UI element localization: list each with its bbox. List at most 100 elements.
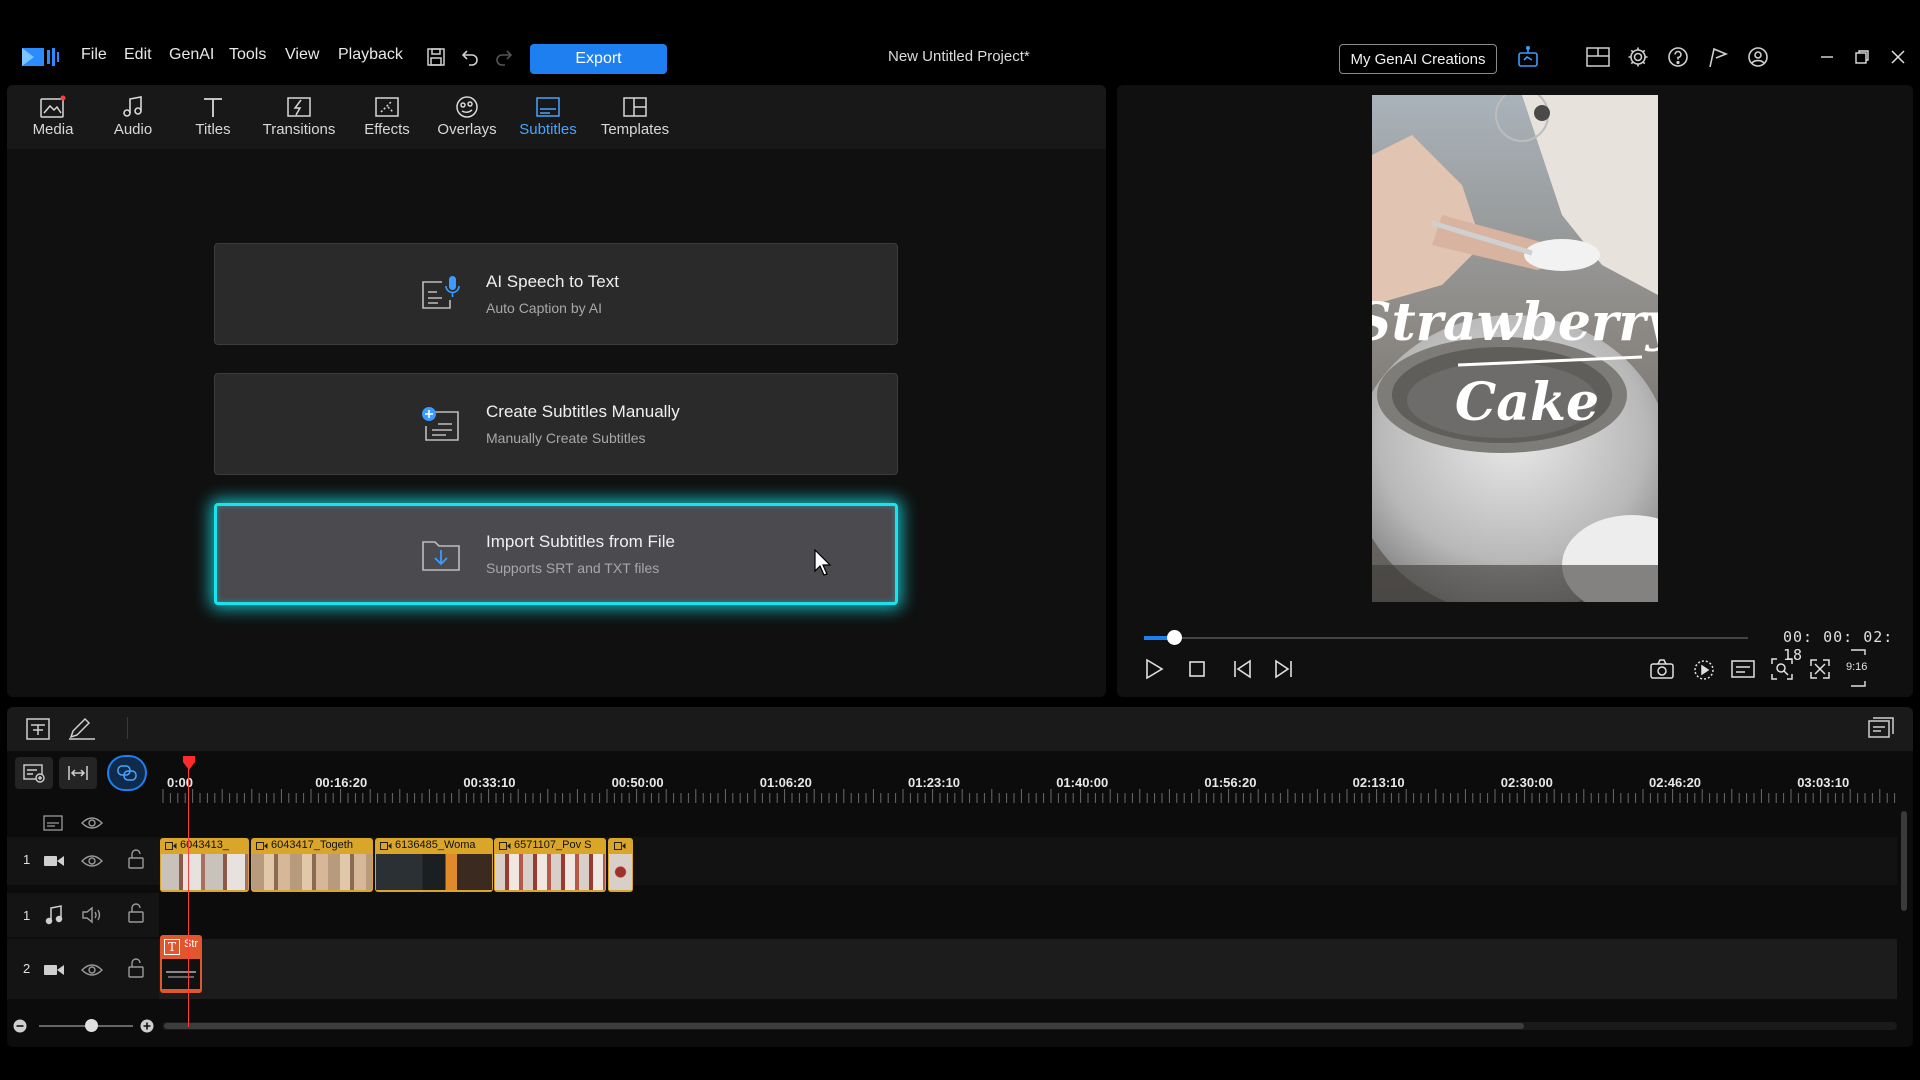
stop-icon[interactable] [1182, 654, 1212, 684]
minimize-icon[interactable] [1812, 42, 1842, 72]
add-subtitle-icon [420, 402, 462, 446]
redo-icon[interactable] [489, 42, 519, 72]
playback-quality-icon[interactable] [1689, 654, 1719, 684]
clip-name: 6571107_Pov S [514, 839, 592, 851]
tab-templates[interactable]: Templates [593, 93, 677, 145]
menu-tools[interactable]: Tools [229, 46, 266, 64]
gear-icon[interactable] [1623, 42, 1653, 72]
undo-icon[interactable] [455, 42, 485, 72]
clip-thumbnails [161, 854, 248, 890]
previous-frame-icon[interactable] [1227, 654, 1257, 684]
track-lock-icon[interactable] [128, 958, 144, 978]
track-lock-icon[interactable] [128, 903, 144, 923]
preview-scrubber-track[interactable] [1144, 637, 1748, 639]
clip-name: 6043417_Togeth [271, 839, 353, 851]
video-title-line1: Strawberry [1372, 292, 1658, 353]
tab-effects[interactable]: Effects [355, 93, 419, 145]
menu-edit[interactable]: Edit [124, 46, 152, 64]
tab-label: Subtitles [519, 121, 577, 138]
vertical-scrollbar[interactable] [1901, 811, 1907, 911]
track-lock-icon[interactable] [128, 849, 144, 869]
timeline-settings-icon[interactable] [25, 717, 51, 741]
aspect-ratio-label: 9:16 [1846, 661, 1868, 673]
save-icon[interactable] [421, 42, 451, 72]
account-icon[interactable] [1743, 42, 1773, 72]
video-clip[interactable]: 6043413_ [160, 838, 249, 892]
close-icon[interactable] [1883, 42, 1913, 72]
timeline-view-icon[interactable] [1867, 717, 1895, 741]
ruler-label: 03:03:10 [1797, 775, 1850, 790]
menu-playback[interactable]: Playback [338, 46, 403, 64]
timeline-ruler[interactable] [159, 765, 1899, 807]
fullscreen-icon[interactable] [1805, 654, 1835, 684]
clip-thumbnails [609, 854, 632, 890]
export-button[interactable]: Export [530, 44, 667, 74]
create-subtitles-manually-card[interactable]: Create Subtitles Manually Manually Creat… [214, 373, 898, 475]
track-visibility-eye-icon[interactable] [81, 853, 103, 869]
app-logo-icon [20, 44, 60, 72]
ripple-editing-button[interactable] [107, 755, 147, 791]
video-clip[interactable]: 6571107_Pov S [494, 838, 606, 892]
video-clip[interactable]: 6136485_Woma [375, 838, 493, 892]
title-bar: File Edit GenAI Tools View Playback Expo… [0, 30, 1920, 84]
import-subtitles-from-file-card[interactable]: Import Subtitles from File Supports SRT … [214, 503, 898, 605]
track-manager-button[interactable] [15, 757, 53, 789]
fit-timeline-button[interactable] [59, 757, 97, 789]
clip-video-icon [380, 842, 392, 850]
ruler-label: 0:00 [167, 775, 194, 790]
toggle-all-visibility-eye-icon[interactable] [81, 815, 103, 831]
restore-icon[interactable] [1847, 42, 1877, 72]
tab-audio[interactable]: Audio [101, 93, 165, 145]
preview-panel: Strawberry Cake 00: 00: 02: 18 9:16 [1117, 85, 1913, 697]
zoom-slider-handle[interactable] [85, 1019, 98, 1032]
menu-view[interactable]: View [285, 46, 319, 64]
subtitle-toggle-icon[interactable] [1728, 654, 1758, 684]
tab-label: Effects [364, 121, 410, 138]
clip-thumbnails [162, 959, 200, 989]
layout-icon[interactable] [1583, 42, 1613, 72]
horizontal-scrollbar-thumb[interactable] [164, 1023, 1524, 1029]
aspect-ratio-control[interactable]: 9:16 [1843, 648, 1873, 688]
next-frame-icon[interactable] [1269, 654, 1299, 684]
tab-label: Titles [195, 121, 231, 138]
zoom-out-icon[interactable] [13, 1019, 27, 1033]
zoom-in-icon[interactable] [140, 1019, 154, 1033]
preview-scrubber-handle[interactable] [1167, 630, 1183, 645]
ruler-label: 00:50:00 [611, 775, 664, 790]
video-clip[interactable] [608, 838, 633, 892]
ruler-label: 01:40:00 [1056, 775, 1109, 790]
menu-genai[interactable]: GenAI [169, 46, 214, 64]
notification-flag-icon[interactable] [1703, 42, 1733, 72]
clip-video-icon [614, 842, 626, 850]
tab-overlays[interactable]: Overlays [431, 93, 503, 145]
tab-label: Templates [600, 121, 670, 138]
zoom-preview-icon[interactable] [1767, 654, 1797, 684]
video-clip[interactable]: 6043417_Togeth [251, 838, 373, 892]
ai-assistant-icon[interactable] [1513, 42, 1543, 72]
ai-speech-to-text-card[interactable]: AI Speech to Text Auto Caption by AI [214, 243, 898, 345]
tab-subtitles[interactable]: Subtitles [511, 93, 585, 145]
tab-transitions[interactable]: Transitions [255, 93, 343, 145]
track-visibility-eye-icon[interactable] [81, 962, 103, 978]
speaker-volume-icon[interactable] [81, 905, 103, 925]
tab-media[interactable]: Media [21, 93, 85, 145]
ruler-label: 01:56:20 [1204, 775, 1257, 790]
pen-edit-icon[interactable] [67, 717, 97, 741]
option-subtitle: Supports SRT and TXT files [486, 560, 660, 576]
ruler-ticks [162, 789, 1896, 803]
my-genai-creations-button[interactable]: My GenAI Creations [1339, 44, 1497, 74]
menu-file[interactable]: File [81, 46, 107, 64]
play-icon[interactable] [1139, 654, 1169, 684]
mouse-cursor-icon [814, 549, 834, 577]
tab-titles[interactable]: Titles [181, 93, 245, 145]
video-preview[interactable]: Strawberry Cake [1372, 95, 1658, 602]
playhead-marker[interactable] [182, 756, 196, 772]
timeline-toolbar [7, 707, 1913, 751]
ruler-label: 02:30:00 [1500, 775, 1553, 790]
snapshot-camera-icon[interactable] [1647, 654, 1677, 684]
help-icon[interactable] [1663, 42, 1693, 72]
project-title: New Untitled Project* [888, 48, 1030, 65]
title-clip[interactable]: T Str [160, 935, 202, 993]
track-manager-icon [23, 764, 45, 783]
track-header: 2 [7, 939, 159, 999]
